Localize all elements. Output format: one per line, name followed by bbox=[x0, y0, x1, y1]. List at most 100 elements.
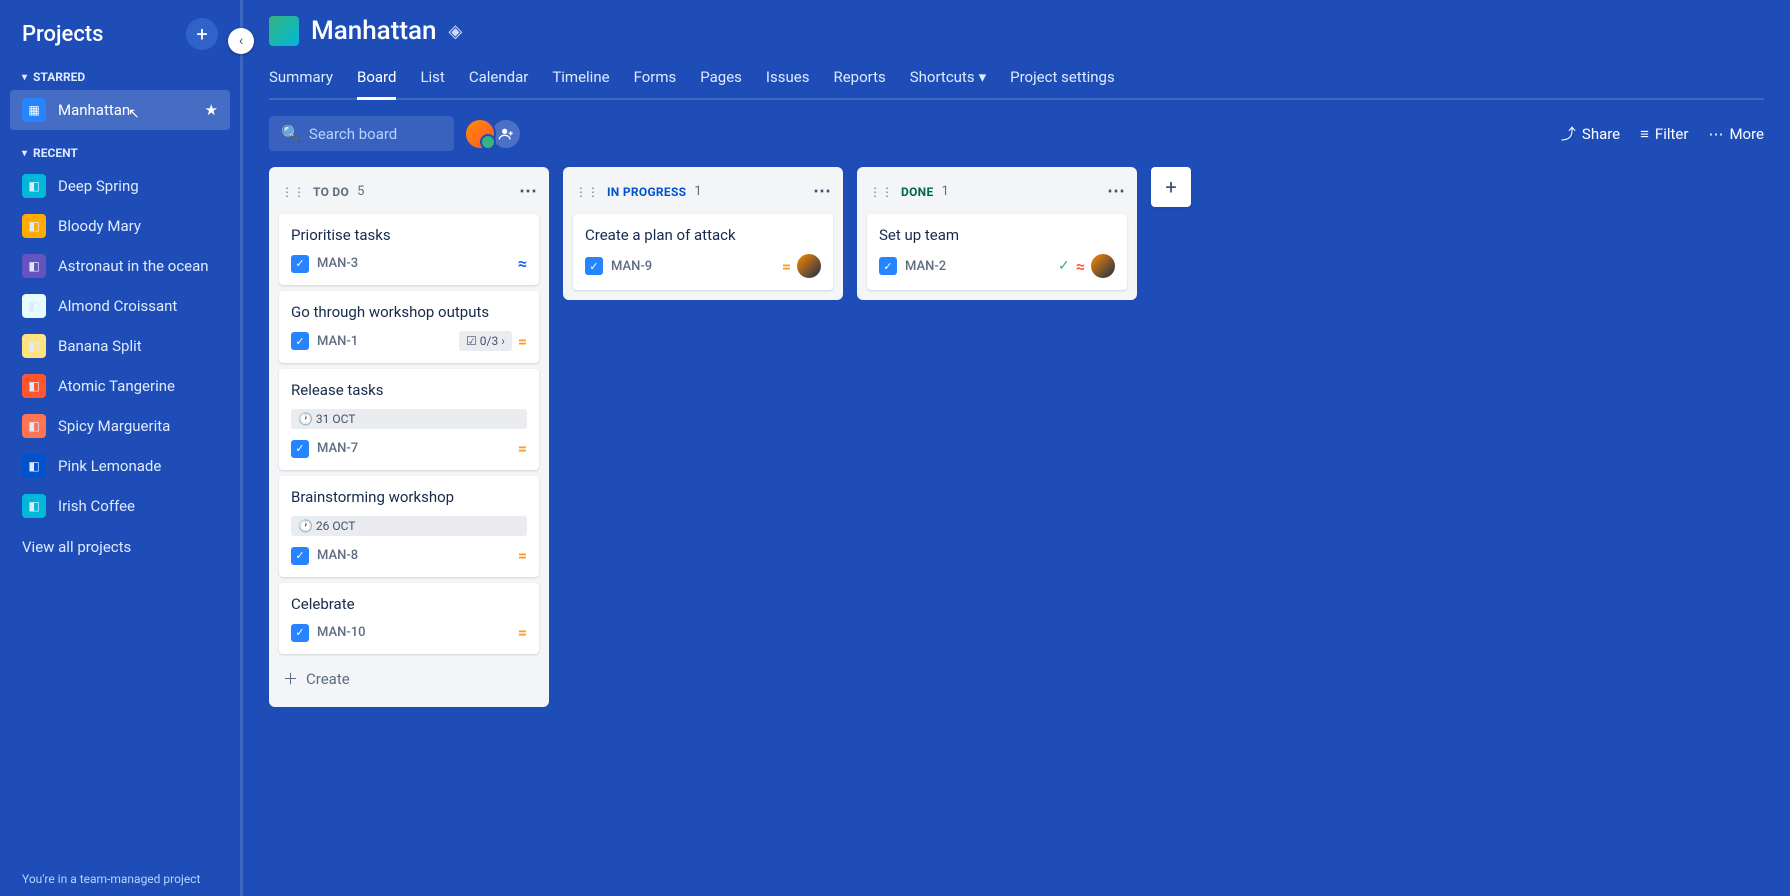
tab-forms[interactable]: Forms bbox=[634, 60, 677, 98]
card-title: Prioritise tasks bbox=[291, 226, 527, 244]
sidebar-title: Projects bbox=[22, 22, 103, 47]
sidebar-item-recent[interactable]: ◧Almond Croissant bbox=[10, 286, 230, 326]
issue-key: MAN-1 bbox=[317, 334, 358, 349]
share-icon: ⤴ bbox=[1561, 123, 1576, 144]
sidebar-item-starred[interactable]: ▦ Manhattan ★ bbox=[10, 90, 230, 130]
project-label: Deep Spring bbox=[58, 177, 139, 195]
view-all-projects-link[interactable]: View all projects bbox=[10, 526, 230, 568]
column-count: 1 bbox=[694, 184, 701, 199]
priority-medium-icon: = bbox=[518, 332, 527, 351]
filter-button[interactable]: ≡Filter bbox=[1640, 125, 1688, 143]
column-in-progress: ⋮⋮ IN PROGRESS 1 ⋯ Create a plan of atta… bbox=[563, 167, 843, 300]
column-menu-button[interactable]: ⋯ bbox=[1107, 181, 1125, 202]
column-menu-button[interactable]: ⋯ bbox=[519, 181, 537, 202]
sidebar: Projects + ▾ STARRED ▦ Manhattan ★ ▾ RECEN… bbox=[0, 0, 240, 896]
sidebar-item-recent[interactable]: ◧Banana Split bbox=[10, 326, 230, 366]
project-icon: ◧ bbox=[22, 494, 46, 518]
priority-medium-icon: = bbox=[518, 439, 527, 458]
card-title: Release tasks bbox=[291, 381, 527, 399]
project-label: Irish Coffee bbox=[58, 497, 135, 515]
assignee-avatar[interactable] bbox=[797, 254, 821, 278]
project-icon: ◧ bbox=[22, 374, 46, 398]
project-label: Bloody Mary bbox=[58, 217, 141, 235]
issue-key: MAN-7 bbox=[317, 441, 358, 456]
filter-icon: ≡ bbox=[1640, 125, 1649, 143]
search-input[interactable] bbox=[309, 125, 442, 143]
drag-handle-icon[interactable]: ⋮⋮ bbox=[869, 185, 893, 199]
project-label: Pink Lemonade bbox=[58, 457, 161, 475]
column-to-do: ⋮⋮ TO DO 5 ⋯ Prioritise tasks ✓ MAN-3 ≈ … bbox=[269, 167, 549, 707]
sidebar-item-recent[interactable]: ◧ Pink Lemonade bbox=[10, 446, 230, 486]
issue-type-icon: ✓ bbox=[585, 257, 603, 275]
tab-issues[interactable]: Issues bbox=[766, 60, 810, 98]
sidebar-item-recent[interactable]: ◧ Irish Coffee bbox=[10, 486, 230, 526]
search-input-wrapper[interactable]: 🔍 bbox=[269, 116, 454, 151]
sidebar-item-recent[interactable]: ◧Atomic Tangerine bbox=[10, 366, 230, 406]
footer-note: You're in a team-managed project bbox=[22, 872, 200, 886]
issue-card[interactable]: Celebrate ✓ MAN-10 = bbox=[279, 583, 539, 654]
date-badge: 🕐 26 OCT bbox=[291, 516, 527, 536]
search-icon: 🔍 bbox=[281, 124, 301, 143]
card-title: Create a plan of attack bbox=[585, 226, 821, 244]
column-menu-button[interactable]: ⋯ bbox=[813, 181, 831, 202]
drag-handle-icon[interactable]: ⋮⋮ bbox=[575, 185, 599, 199]
issue-key: MAN-9 bbox=[611, 259, 652, 274]
issue-card[interactable]: Prioritise tasks ✓ MAN-3 ≈ bbox=[279, 214, 539, 285]
tab-timeline[interactable]: Timeline bbox=[552, 60, 609, 98]
project-avatar bbox=[269, 16, 299, 46]
customize-icon[interactable]: ◈ bbox=[449, 21, 463, 42]
add-project-button[interactable]: + bbox=[186, 18, 218, 50]
tab-board[interactable]: Board bbox=[357, 60, 396, 98]
project-label: Manhattan bbox=[58, 101, 130, 119]
tab-shortcuts[interactable]: Shortcuts▾ bbox=[910, 60, 986, 98]
issue-type-icon: ✓ bbox=[291, 255, 309, 273]
tab-project-settings[interactable]: Project settings bbox=[1010, 60, 1115, 98]
chevron-down-icon: ▾ bbox=[22, 72, 27, 83]
date-badge: 🕐 31 OCT bbox=[291, 409, 527, 429]
sidebar-item-recent[interactable]: ◧Bloody Mary bbox=[10, 206, 230, 246]
issue-type-icon: ✓ bbox=[291, 624, 309, 642]
starred-label: STARRED bbox=[33, 70, 85, 84]
tab-pages[interactable]: Pages bbox=[700, 60, 742, 98]
project-icon: ▦ bbox=[22, 98, 46, 122]
project-icon: ◧ bbox=[22, 454, 46, 478]
priority-medium-icon: = bbox=[518, 623, 527, 642]
star-icon[interactable]: ★ bbox=[205, 101, 218, 119]
tab-calendar[interactable]: Calendar bbox=[469, 60, 529, 98]
create-issue-button[interactable]: ＋Create bbox=[279, 660, 539, 697]
collapse-sidebar-button[interactable]: ‹ bbox=[228, 28, 254, 54]
done-check-icon: ✓ bbox=[1058, 258, 1070, 274]
project-label: Almond Croissant bbox=[58, 297, 177, 315]
tab-reports[interactable]: Reports bbox=[833, 60, 885, 98]
starred-section-toggle[interactable]: ▾ STARRED bbox=[10, 64, 230, 90]
share-button[interactable]: ⤴Share bbox=[1561, 123, 1620, 144]
card-title: Brainstorming workshop bbox=[291, 488, 527, 506]
drag-handle-icon[interactable]: ⋮⋮ bbox=[281, 185, 305, 199]
subtasks-badge[interactable]: ☑ 0/3 › bbox=[459, 331, 512, 351]
project-name: Manhattan bbox=[311, 16, 437, 46]
user-avatar[interactable] bbox=[464, 118, 496, 150]
priority-high-icon: ≈ bbox=[1076, 257, 1085, 276]
issue-card[interactable]: Brainstorming workshop 🕐 26 OCT ✓ MAN-8 … bbox=[279, 476, 539, 577]
issue-card[interactable]: Create a plan of attack ✓ MAN-9 = bbox=[573, 214, 833, 290]
card-title: Celebrate bbox=[291, 595, 527, 613]
add-column-button[interactable]: + bbox=[1151, 167, 1191, 207]
board: ⋮⋮ TO DO 5 ⋯ Prioritise tasks ✓ MAN-3 ≈ … bbox=[269, 167, 1764, 707]
tabs: Summary Board List Calendar Timeline Forms Pag… bbox=[269, 60, 1764, 100]
issue-key: MAN-10 bbox=[317, 625, 366, 640]
tab-list[interactable]: List bbox=[420, 60, 444, 98]
project-icon: ◧ bbox=[22, 254, 46, 278]
issue-card[interactable]: Set up team ✓ MAN-2 ✓≈ bbox=[867, 214, 1127, 290]
sidebar-item-recent[interactable]: ◧Deep Spring bbox=[10, 166, 230, 206]
more-icon: ⋯ bbox=[1708, 125, 1723, 143]
more-button[interactable]: ⋯More bbox=[1708, 125, 1764, 143]
issue-type-icon: ✓ bbox=[291, 440, 309, 458]
sidebar-item-recent[interactable]: ◧Spicy Marguerita bbox=[10, 406, 230, 446]
assignee-avatar[interactable] bbox=[1091, 254, 1115, 278]
recent-section-toggle[interactable]: ▾ RECENT bbox=[10, 140, 230, 166]
issue-card[interactable]: Release tasks 🕐 31 OCT ✓ MAN-7 = bbox=[279, 369, 539, 470]
issue-card[interactable]: Go through workshop outputs ✓ MAN-1 ☑ 0/… bbox=[279, 291, 539, 363]
tab-summary[interactable]: Summary bbox=[269, 60, 333, 98]
project-label: Astronaut in the ocean bbox=[58, 257, 209, 275]
sidebar-item-recent[interactable]: ◧ Astronaut in the ocean bbox=[10, 246, 230, 286]
